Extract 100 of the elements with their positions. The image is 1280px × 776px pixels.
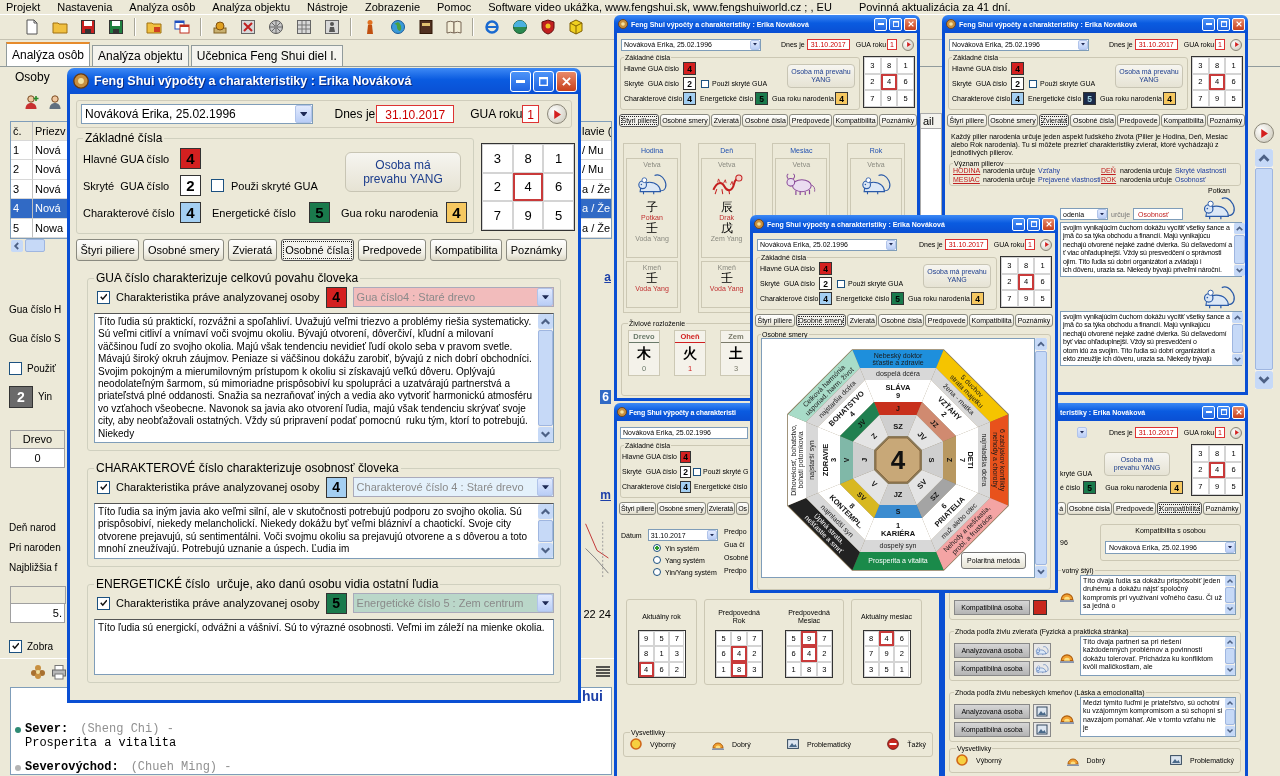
scroll-down-icon[interactable] xyxy=(1225,665,1235,675)
scroll-down-icon[interactable] xyxy=(1225,604,1235,614)
next-button[interactable] xyxy=(1040,238,1052,251)
scroll-down-icon[interactable] xyxy=(1225,726,1235,736)
scroll-thumb[interactable] xyxy=(1225,648,1235,664)
minimize-button[interactable] xyxy=(510,70,531,92)
menu-item[interactable]: Pomoc xyxy=(437,1,472,13)
person-add-icon[interactable] xyxy=(24,93,40,110)
scroll-down-icon[interactable] xyxy=(1233,265,1245,276)
table-cell[interactable]: 4 xyxy=(11,199,33,219)
close-button[interactable] xyxy=(1232,17,1245,31)
scroll-thumb[interactable] xyxy=(538,520,553,543)
open-book-icon[interactable] xyxy=(446,19,462,35)
figure-frame-icon[interactable] xyxy=(324,19,340,35)
link[interactable]: a xyxy=(604,270,611,284)
scrollbar[interactable] xyxy=(538,314,553,443)
coin-icon[interactable] xyxy=(212,19,228,35)
next-button[interactable] xyxy=(1254,123,1274,143)
yang-button[interactable]: Osoba má prevahu YANG xyxy=(345,152,461,192)
sphere-icon[interactable] xyxy=(512,19,528,35)
scroll-up-icon[interactable] xyxy=(1225,698,1235,708)
maximize-button[interactable] xyxy=(1027,217,1040,231)
cross-icon[interactable] xyxy=(240,19,256,35)
dropdown-button[interactable] xyxy=(706,530,717,540)
table-cell[interactable]: 1 xyxy=(11,140,33,161)
tab[interactable]: Kompatibilita xyxy=(430,239,503,261)
tab[interactable]: Analýza objektu xyxy=(92,45,189,66)
checkbox[interactable] xyxy=(97,596,110,610)
radio-button[interactable] xyxy=(653,556,661,564)
table-cell[interactable]: 2 xyxy=(11,160,33,180)
scroll-thumb[interactable] xyxy=(1225,709,1235,725)
dropdown-button[interactable] xyxy=(1225,541,1235,553)
windows-icon[interactable] xyxy=(174,19,190,35)
radio-button[interactable] xyxy=(653,568,661,576)
checkbox[interactable] xyxy=(701,79,709,88)
checkbox[interactable] xyxy=(837,279,845,288)
next-button[interactable] xyxy=(1230,426,1242,439)
scroll-up-icon[interactable] xyxy=(1233,223,1245,234)
checkbox[interactable] xyxy=(211,179,224,192)
checkbox[interactable] xyxy=(97,480,110,494)
scroll-thumb[interactable] xyxy=(1225,587,1235,603)
printer-icon[interactable] xyxy=(51,664,67,681)
table-cell[interactable]: Nová xyxy=(33,199,68,219)
scroll-down-icon[interactable] xyxy=(1035,566,1047,578)
checkbox[interactable] xyxy=(693,467,701,476)
dropdown-button[interactable] xyxy=(1097,209,1107,219)
book-icon[interactable] xyxy=(418,19,434,35)
next-button[interactable] xyxy=(902,38,914,51)
tab[interactable]: Učebnica Feng Shui diel I. xyxy=(190,45,343,66)
flower-icon[interactable] xyxy=(30,664,46,681)
dropdown-button[interactable] xyxy=(1077,427,1087,438)
dropdown-button[interactable] xyxy=(886,239,896,250)
scroll-thumb[interactable] xyxy=(1233,235,1245,264)
scrollbar[interactable] xyxy=(1233,223,1245,276)
scrollbar[interactable] xyxy=(1225,698,1235,736)
maximize-button[interactable] xyxy=(1217,17,1230,31)
folder-icon[interactable] xyxy=(146,19,162,35)
scrollbar[interactable] xyxy=(1255,149,1273,389)
tab[interactable]: Štyri piliere xyxy=(76,239,140,261)
minimize-button[interactable] xyxy=(1012,217,1025,231)
person-combo[interactable]: Nováková Erika, 25.02.1996 xyxy=(81,104,313,124)
checkbox[interactable] xyxy=(9,639,22,653)
menu-item[interactable]: Nástroje xyxy=(307,1,348,13)
scroll-up-icon[interactable] xyxy=(1035,338,1047,350)
menu-item[interactable]: Nastavenia xyxy=(57,1,113,13)
globe-icon[interactable] xyxy=(390,19,406,35)
radio-button[interactable] xyxy=(653,544,661,552)
menu-item[interactable]: Analýza osôb xyxy=(129,1,196,13)
circled-minus-icon[interactable] xyxy=(484,19,500,35)
scrollbar[interactable] xyxy=(1225,637,1235,675)
close-button[interactable] xyxy=(1042,217,1055,231)
close-button[interactable] xyxy=(1232,405,1245,419)
table-cell[interactable]: 5 xyxy=(11,218,33,239)
scroll-up-icon[interactable] xyxy=(1255,149,1273,167)
scroll-down-icon[interactable] xyxy=(538,427,553,443)
tab[interactable]: Osobné smery xyxy=(143,239,224,261)
menu-item[interactable]: Zobrazenie xyxy=(365,1,421,13)
scroll-thumb[interactable] xyxy=(538,330,553,427)
scroll-up-icon[interactable] xyxy=(1225,637,1235,647)
cube-icon[interactable] xyxy=(568,19,584,35)
dropdown-button[interactable] xyxy=(750,39,760,50)
scroll-left-icon[interactable] xyxy=(11,239,23,252)
shield-icon[interactable] xyxy=(540,19,556,35)
description-field[interactable]: Títo ľudia sú energickí, odvážni a vášniví. Sú to výrazné osobnosti. Veľmi im záleží na mienke okolia. xyxy=(94,619,554,676)
scroll-down-icon[interactable] xyxy=(1255,371,1273,389)
scroll-up-icon[interactable] xyxy=(1231,312,1243,323)
minimize-button[interactable] xyxy=(1202,405,1215,419)
table-cell[interactable]: a / Že xyxy=(580,199,611,219)
tab[interactable]: Predpovede xyxy=(357,239,427,261)
grid-icon[interactable] xyxy=(296,19,312,35)
horizontal-scrollbar[interactable] xyxy=(11,239,45,253)
tab[interactable]: Zvieratá xyxy=(227,239,277,261)
checkbox[interactable] xyxy=(1029,79,1037,88)
tab[interactable]: Analýza osôb xyxy=(6,42,91,66)
document-icon[interactable] xyxy=(24,19,40,35)
close-button[interactable] xyxy=(556,70,577,92)
minimize-button[interactable] xyxy=(1202,17,1215,31)
dropdown-button[interactable] xyxy=(295,105,312,123)
scrollbar[interactable] xyxy=(538,504,553,559)
wheel-icon[interactable] xyxy=(268,19,284,35)
